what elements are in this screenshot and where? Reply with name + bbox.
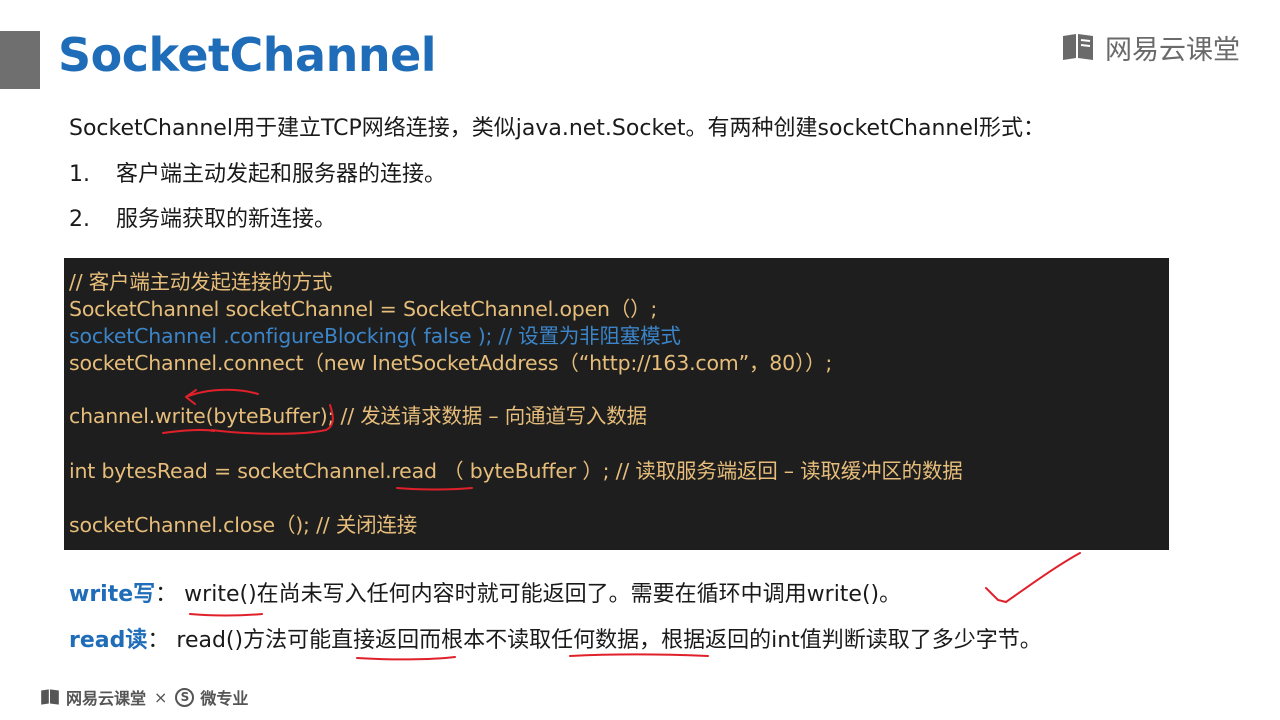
footer-brand: 网易云课堂 × S 微专业 — [40, 684, 248, 710]
code-line: SocketChannel socketChannel = SocketChan… — [69, 297, 658, 321]
write-colon: ： — [155, 582, 178, 607]
list-text: 服务端获取的新连接。 — [116, 207, 337, 232]
brand-name: 网易云课堂 — [1105, 34, 1240, 66]
code-line: socketChannel.close（); // 关闭连接 — [69, 513, 418, 537]
read-colon: ： — [147, 628, 170, 653]
coin-icon: S — [175, 687, 195, 707]
code-line: int bytesRead = socketChannel.read （ byt… — [69, 459, 963, 483]
code-line: // 客户端主动发起连接的方式 — [69, 270, 333, 294]
footer-times: × — [154, 687, 168, 707]
read-label: read读 — [69, 628, 148, 653]
list-number: 2. — [69, 207, 90, 232]
list-number: 1. — [69, 162, 90, 187]
list-item: 2. 服务端获取的新连接。 — [69, 204, 336, 236]
code-line: socketChannel.connect（new InetSocketAddr… — [69, 351, 833, 375]
brand-logo: 网易云课堂 — [1061, 30, 1240, 66]
checkmark — [985, 552, 1081, 604]
intro-text: SocketChannel用于建立TCP网络连接，类似java.net.Sock… — [69, 116, 1046, 141]
footer-partner: 微专业 — [200, 689, 249, 708]
list-item: 1. 客户端主动发起和服务器的连接。 — [69, 159, 446, 191]
write-note-underline-mark — [189, 613, 263, 617]
book-icon — [1063, 34, 1093, 60]
list-text: 客户端主动发起和服务器的连接。 — [116, 162, 447, 187]
title-accent-bar — [0, 31, 40, 89]
code-line: channel.write(byteBuffer); // 发送请求数据 – 向… — [69, 404, 647, 428]
book-icon — [41, 689, 59, 705]
code-block: // 客户端主动发起连接的方式 SocketChannel socketChan… — [64, 258, 1169, 550]
write-text: write()在尚未写入任何内容时就可能返回了。需要在循环中调用write()。 — [184, 582, 902, 607]
slide-title: SocketChannel — [58, 28, 437, 82]
write-note: write写： write()在尚未写入任何内容时就可能返回了。需要在循环中调用… — [69, 579, 901, 611]
write-label: write写 — [69, 582, 156, 607]
direct-return-underline-mark — [356, 656, 456, 661]
code-line: socketChannel .configureBlocking( false … — [69, 324, 681, 348]
read-text: read()方法可能直接返回而根本不读取任何数据，根据返回的int值判断读取了多… — [176, 628, 1042, 653]
read-note: read读： read()方法可能直接返回而根本不读取任何数据，根据返回的int… — [69, 625, 1042, 657]
footer-brand-name: 网易云课堂 — [66, 689, 147, 708]
